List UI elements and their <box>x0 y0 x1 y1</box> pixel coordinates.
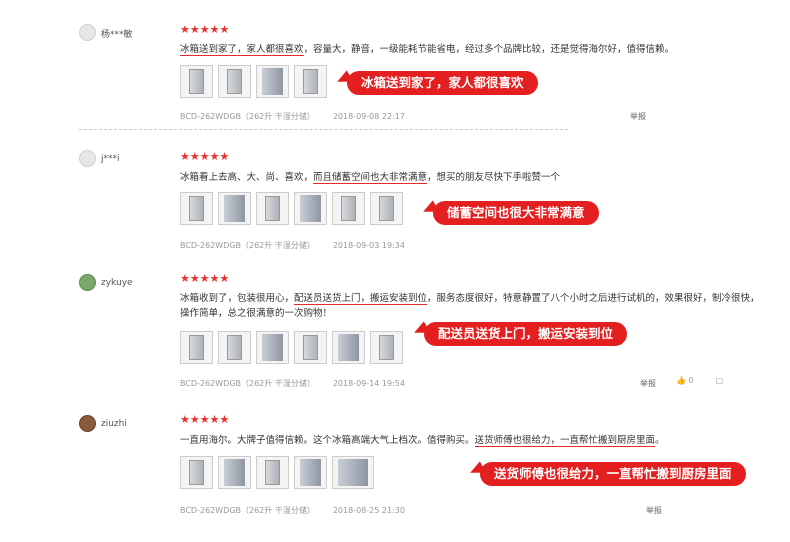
review-text-highlight: 冰箱送到家了，家人都很喜欢 <box>180 44 304 56</box>
like-count: 0 <box>688 376 694 385</box>
photo-thumbnail[interactable] <box>332 456 374 489</box>
username[interactable]: zykuye <box>101 278 133 288</box>
review-text-highlight: 送货师傅也很给力，一直帮忙搬到厨房里面 <box>474 435 656 447</box>
review-date: 2018-09-08 22:17 <box>332 112 405 121</box>
photo-thumbnail[interactable] <box>218 192 251 225</box>
photo-list <box>180 456 374 489</box>
reply-icon[interactable]: ▢ <box>716 376 724 385</box>
review-text: 冰箱送到家了，家人都很喜欢，容量大，静音，一级能耗节能省电，经过多个品牌比较，还… <box>180 42 674 57</box>
review-actions: 👍 0 ▢ <box>676 376 723 385</box>
thumbs-up-icon: 👍 <box>676 376 686 385</box>
avatar[interactable] <box>79 415 96 432</box>
photo-thumbnail[interactable] <box>294 456 327 489</box>
review-date: 2018-08-25 21:30 <box>332 506 405 515</box>
highlight-callout: 配送员送货上门，搬运安装到位 <box>424 322 628 346</box>
avatar[interactable] <box>79 150 96 167</box>
review-text-rest: 。 <box>655 435 665 446</box>
report-link[interactable]: 举报 <box>630 111 646 122</box>
photo-thumbnail[interactable] <box>218 456 251 489</box>
photo-thumbnail[interactable] <box>256 331 289 364</box>
photo-thumbnail[interactable] <box>218 65 251 98</box>
review-text-highlight: 配送员送货上门，搬运安装到位 <box>294 293 428 305</box>
review-meta: BCD-262WDGB（262升 干湿分储） 2018-09-03 19:34 <box>180 240 405 251</box>
photo-thumbnail[interactable] <box>370 192 403 225</box>
review-text-rest: ，容量大，静音，一级能耗节能省电，经过多个品牌比较，还是觉得海尔好，值得信赖。 <box>303 44 675 55</box>
review-date: 2018-09-14 19:54 <box>332 379 405 388</box>
review-text-highlight: 而且储蓄空间也大非常满意 <box>313 172 428 184</box>
username[interactable]: j***i <box>101 154 120 164</box>
photo-thumbnail[interactable] <box>370 331 403 364</box>
photo-thumbnail[interactable] <box>218 331 251 364</box>
highlight-callout: 送货师傅也很给力，一直帮忙搬到厨房里面 <box>480 462 746 486</box>
review-date: 2018-09-03 19:34 <box>332 241 405 250</box>
photo-list <box>180 65 327 98</box>
review-text-rest: ，想买的朋友尽快下手啦赞一个 <box>427 172 561 183</box>
photo-thumbnail[interactable] <box>332 192 365 225</box>
photo-thumbnail[interactable] <box>294 331 327 364</box>
review-text-start: 一直用海尔。大牌子值得信赖。这个冰箱高端大气上档次。值得购买。 <box>180 435 475 446</box>
photo-thumbnail[interactable] <box>294 192 327 225</box>
highlight-callout: 冰箱送到家了，家人都很喜欢 <box>347 71 538 95</box>
photo-thumbnail[interactable] <box>180 456 213 489</box>
rating-stars: ★★★★★ <box>180 23 230 36</box>
product-spec: BCD-262WDGB（262升 干湿分储） <box>180 506 315 515</box>
username[interactable]: 杨***敏 <box>101 27 133 40</box>
rating-stars: ★★★★★ <box>180 150 230 163</box>
photo-thumbnail[interactable] <box>256 65 289 98</box>
photo-thumbnail[interactable] <box>256 456 289 489</box>
report-link[interactable]: 举报 <box>640 378 656 389</box>
product-spec: BCD-262WDGB（262升 干湿分储） <box>180 112 315 121</box>
avatar[interactable] <box>79 274 96 291</box>
username[interactable]: ziuzhi <box>101 419 127 429</box>
report-link[interactable]: 举报 <box>646 505 662 516</box>
product-spec: BCD-262WDGB（262升 干湿分储） <box>180 241 315 250</box>
photo-thumbnail[interactable] <box>332 331 365 364</box>
photo-list <box>180 331 403 364</box>
rating-stars: ★★★★★ <box>180 413 230 426</box>
review-text: 冰箱看上去高、大、尚、喜欢，而且储蓄空间也大非常满意，想买的朋友尽快下手啦赞一个 <box>180 170 560 185</box>
rating-stars: ★★★★★ <box>180 272 230 285</box>
photo-thumbnail[interactable] <box>180 65 213 98</box>
photo-thumbnail[interactable] <box>256 192 289 225</box>
photo-thumbnail[interactable] <box>180 331 213 364</box>
highlight-callout: 储蓄空间也很大非常满意 <box>433 201 599 225</box>
like-button[interactable]: 👍 0 <box>676 376 694 385</box>
avatar[interactable] <box>79 24 96 41</box>
divider <box>79 129 568 130</box>
product-spec: BCD-262WDGB（262升 干湿分储） <box>180 379 315 388</box>
review-meta: BCD-262WDGB（262升 干湿分储） 2018-09-08 22:17 <box>180 111 405 122</box>
review-text: 冰箱收到了，包装很用心，配送员送货上门，搬运安装到位，服务态度很好，特意静置了八… <box>180 291 760 321</box>
review-meta: BCD-262WDGB（262升 干湿分储） 2018-09-14 19:54 <box>180 378 405 389</box>
photo-list <box>180 192 403 225</box>
photo-thumbnail[interactable] <box>294 65 327 98</box>
review-meta: BCD-262WDGB（262升 干湿分储） 2018-08-25 21:30 <box>180 505 405 516</box>
photo-thumbnail[interactable] <box>180 192 213 225</box>
review-text-start: 冰箱收到了，包装很用心， <box>180 293 295 304</box>
review-text-start: 冰箱看上去高、大、尚、喜欢， <box>180 172 314 183</box>
review-text: 一直用海尔。大牌子值得信赖。这个冰箱高端大气上档次。值得购买。送货师傅也很给力，… <box>180 433 665 448</box>
